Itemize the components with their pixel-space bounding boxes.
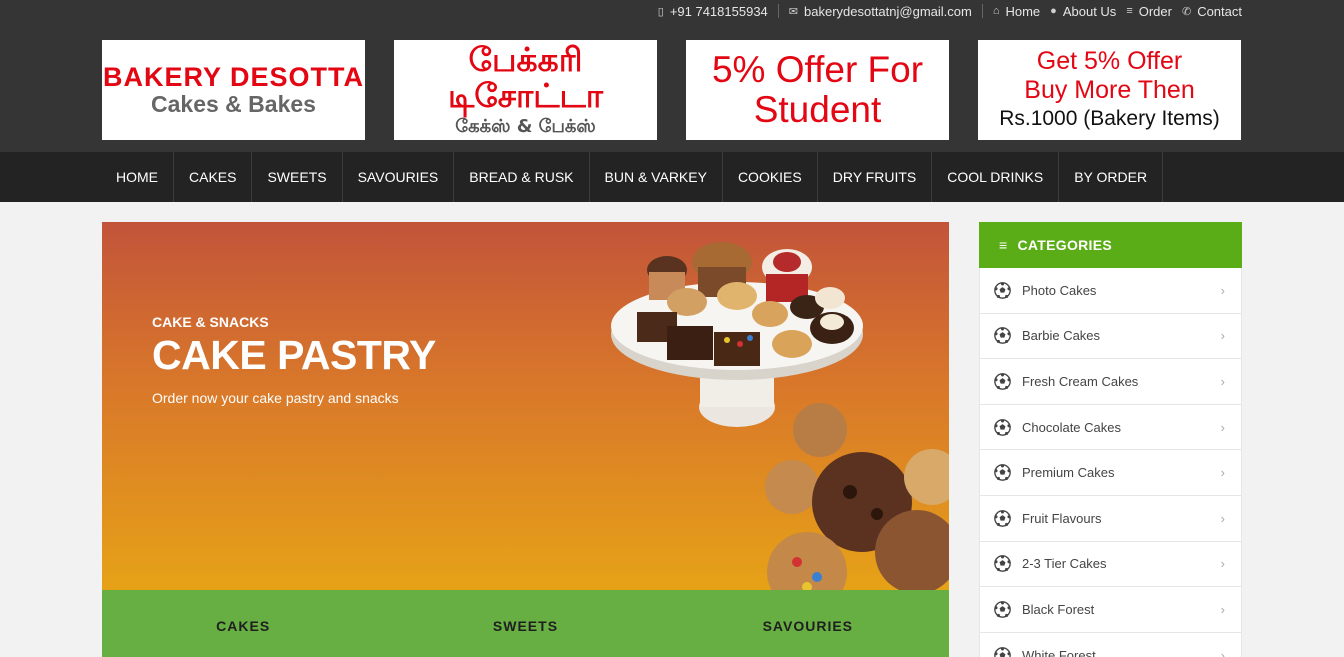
strip-sweets[interactable]: SWEETS [384, 590, 666, 657]
category-item[interactable]: Fresh Cream Cakes › [979, 359, 1242, 405]
categories-heading: ≡ CATEGORIES [979, 222, 1242, 268]
soccer-ball-icon [994, 646, 1011, 657]
chevron-right-icon: › [1220, 373, 1225, 389]
top-link-contact[interactable]: ✆ Contact [1172, 4, 1242, 19]
chevron-right-icon: › [1220, 601, 1225, 617]
soccer-ball-icon [994, 555, 1011, 573]
chevron-right-icon: › [1220, 419, 1225, 435]
category-label: White Forest [1022, 647, 1096, 657]
category-item[interactable]: Black Forest › [979, 587, 1242, 633]
nav-by-order[interactable]: BY ORDER [1059, 152, 1164, 202]
category-label: Premium Cakes [1022, 465, 1115, 481]
category-label: Barbie Cakes [1022, 328, 1101, 344]
chevron-right-icon: › [1220, 465, 1225, 481]
bulk-offer-banner: Get 5% Offer Buy More Then Rs.1000 (Bake… [978, 40, 1241, 140]
menu-icon: ≡ [1126, 5, 1133, 17]
chevron-right-icon: › [1220, 647, 1225, 657]
strip-savouries[interactable]: SAVOURIES [667, 590, 949, 657]
category-label: 2-3 Tier Cakes [1022, 556, 1107, 572]
category-item[interactable]: Barbie Cakes › [979, 313, 1242, 360]
nav-sweets[interactable]: SWEETS [252, 152, 343, 202]
soccer-ball-icon [994, 418, 1011, 436]
top-bar: ▯ +91 7418155934 ✉ bakerydesottatnj@gmail.… [648, 0, 1242, 22]
logo-banner[interactable]: BAKERY DESOTTA Cakes & Bakes [102, 40, 365, 140]
category-item[interactable]: 2-3 Tier Cakes › [979, 541, 1242, 588]
strip-cakes[interactable]: CAKES [102, 590, 384, 657]
category-item[interactable]: Chocolate Cakes › [979, 404, 1242, 451]
banner-row: BAKERY DESOTTA Cakes & Bakes பேக்கரி டிச… [102, 40, 1241, 140]
phone-icon: ✆ [1181, 5, 1192, 18]
soccer-ball-icon [994, 601, 1011, 618]
top-link-about[interactable]: ● About Us [1040, 4, 1116, 19]
nav-savouries[interactable]: SAVOURIES [343, 152, 455, 202]
category-item[interactable]: Fruit Flavours › [979, 495, 1242, 542]
soccer-ball-icon [994, 281, 1011, 299]
category-item[interactable]: White Forest › [979, 632, 1242, 657]
nav-bun-varkey[interactable]: BUN & VARKEY [590, 152, 723, 202]
nav-cakes[interactable]: CAKES [174, 152, 253, 202]
soccer-ball-icon [994, 373, 1011, 390]
category-label: Chocolate Cakes [1022, 419, 1121, 435]
soccer-ball-icon [994, 327, 1011, 345]
cupcake-stand-illustration [611, 242, 949, 590]
mobile-icon: ▯ [657, 5, 664, 18]
categories-sidebar: ≡ CATEGORIES Photo Cakes › Barbie Cakes › Fr… [979, 222, 1242, 657]
category-item[interactable]: Photo Cakes › [979, 268, 1242, 314]
email-link[interactable]: ✉ bakerydesottatnj@gmail.com [779, 4, 972, 19]
soccer-ball-icon [994, 464, 1011, 482]
hero-slider[interactable]: CAKE & SNACKS CAKE PASTRY Order now your… [102, 222, 949, 590]
nav-home[interactable]: HOME [102, 152, 174, 202]
envelope-icon: ✉ [788, 5, 798, 18]
category-label: Photo Cakes [1022, 282, 1097, 298]
student-offer-banner: 5% Offer For Student [686, 40, 949, 140]
top-link-order[interactable]: ≡ Order [1116, 4, 1172, 19]
chevron-right-icon: › [1220, 328, 1225, 344]
main-nav: HOME CAKES SWEETS SAVOURIES BREAD & RUSK… [0, 152, 1344, 202]
list-icon: ≡ [999, 237, 1008, 253]
top-link-home[interactable]: ⌂ Home [983, 4, 1040, 19]
user-icon: ● [1050, 5, 1057, 17]
nav-cool-drinks[interactable]: COOL DRINKS [932, 152, 1060, 202]
soccer-ball-icon [994, 509, 1011, 527]
category-item[interactable]: Premium Cakes › [979, 450, 1242, 496]
category-label: Fresh Cream Cakes [1022, 373, 1139, 389]
chevron-right-icon: › [1220, 556, 1225, 572]
nav-dry-fruits[interactable]: DRY FRUITS [818, 152, 933, 202]
chevron-right-icon: › [1220, 282, 1225, 298]
site-header: ▯ +91 7418155934 ✉ bakerydesottatnj@gmail.… [0, 0, 1344, 152]
category-label: Black Forest [1022, 601, 1095, 617]
category-strip: CAKES SWEETS SAVOURIES [102, 590, 949, 657]
tamil-logo-banner: பேக்கரி டிசோட்டா கேக்ஸ் & பேக்ஸ் [394, 40, 657, 140]
nav-cookies[interactable]: COOKIES [723, 152, 818, 202]
nav-bread-rusk[interactable]: BREAD & RUSK [454, 152, 590, 202]
phone-link[interactable]: ▯ +91 7418155934 [648, 4, 768, 19]
home-icon: ⌂ [992, 5, 1000, 17]
chevron-right-icon: › [1220, 510, 1225, 526]
category-label: Fruit Flavours [1022, 510, 1102, 526]
category-list: Photo Cakes › Barbie Cakes › Fresh Cream Cak… [979, 268, 1242, 657]
